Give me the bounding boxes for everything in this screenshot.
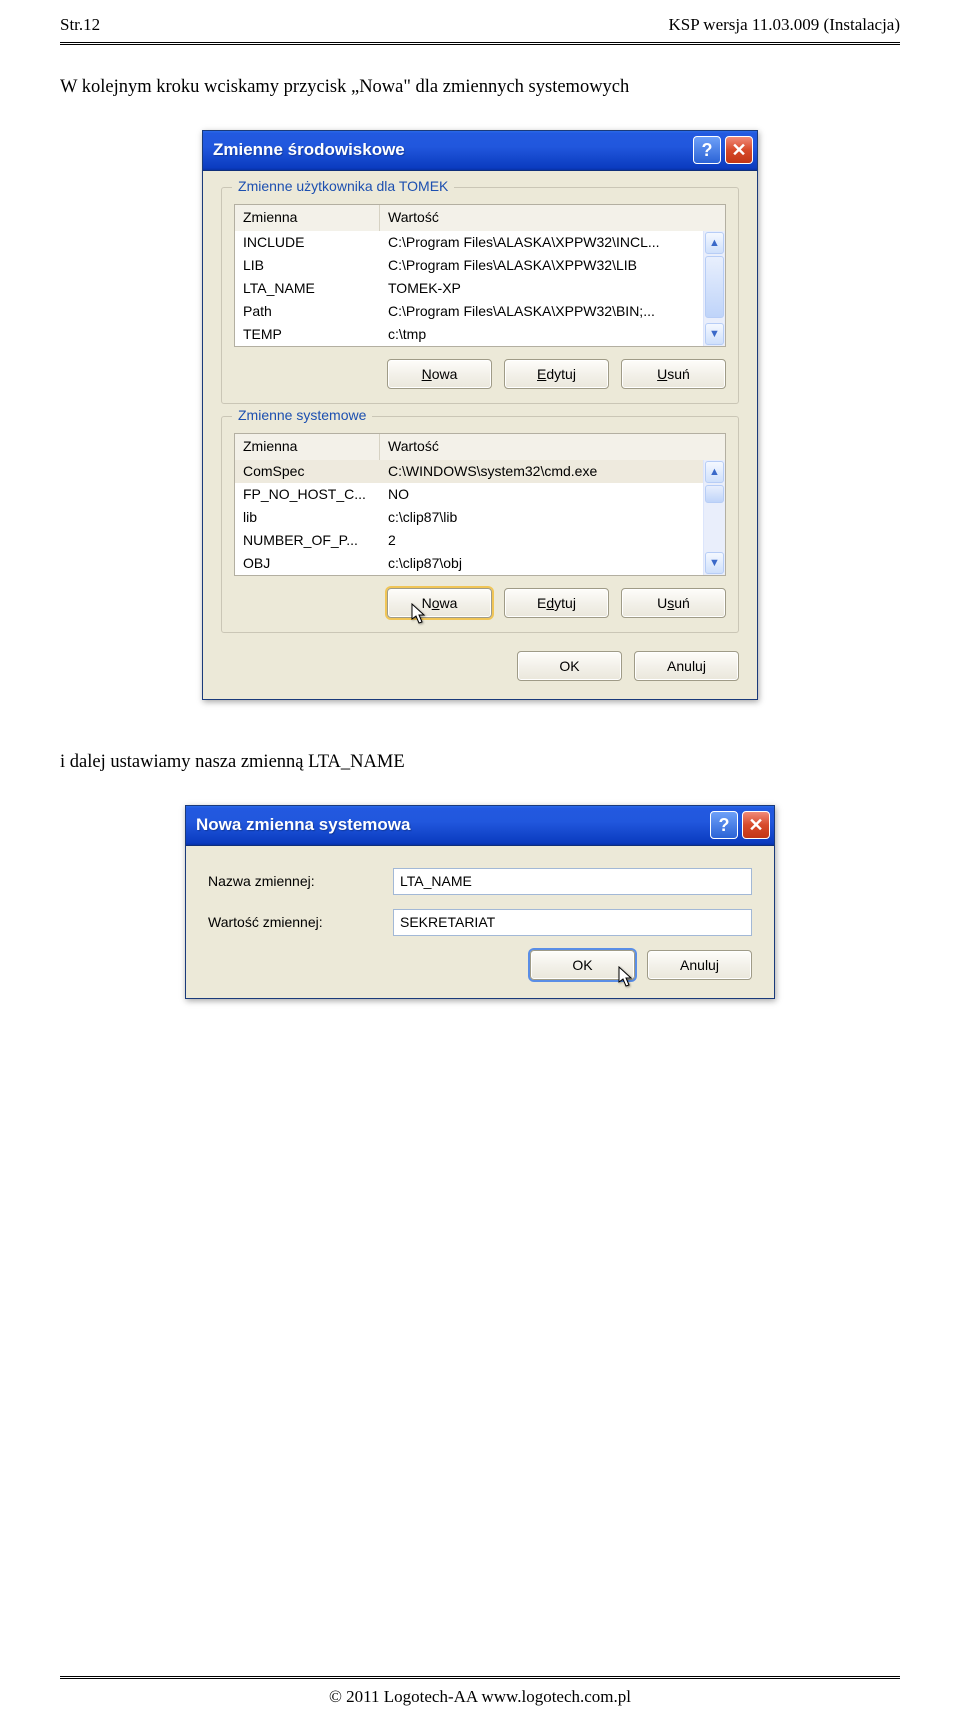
list-header[interactable]: Zmienna Wartość xyxy=(235,205,725,231)
page-number: Str.12 xyxy=(60,15,100,35)
name-label: Nazwa zmiennej: xyxy=(208,873,393,889)
titlebar[interactable]: Nowa zmienna systemowa ? ✕ xyxy=(186,806,774,846)
cell-value: C:\Program Files\ALASKA\XPPW32\LIB xyxy=(380,257,703,273)
env-vars-dialog: Zmienne środowiskowe ? ✕ Zmienne użytkow… xyxy=(202,130,758,700)
user-edit-button[interactable]: Edytuj xyxy=(504,359,609,389)
cell-variable: NUMBER_OF_P... xyxy=(235,532,380,548)
close-icon: ✕ xyxy=(731,140,746,161)
scroll-down-icon[interactable]: ▼ xyxy=(705,552,724,574)
new-system-var-dialog: Nowa zmienna systemowa ? ✕ Nazwa zmienne… xyxy=(185,805,775,999)
ok-button[interactable]: OK xyxy=(530,950,635,980)
cell-variable: INCLUDE xyxy=(235,234,380,250)
system-edit-button[interactable]: Edytuj xyxy=(504,588,609,618)
cell-value: c:\clip87\lib xyxy=(380,509,703,525)
scrollbar[interactable]: ▲ ▼ xyxy=(703,231,725,346)
cell-variable: LTA_NAME xyxy=(235,280,380,296)
user-vars-list[interactable]: Zmienna Wartość INCLUDEC:\Program Files\… xyxy=(234,204,726,347)
close-button[interactable]: ✕ xyxy=(725,136,753,164)
cell-value: TOMEK-XP xyxy=(380,280,703,296)
cell-value: c:\clip87\obj xyxy=(380,555,703,571)
scroll-up-icon[interactable]: ▲ xyxy=(705,461,724,483)
user-new-button[interactable]: Nowa xyxy=(387,359,492,389)
cell-variable: LIB xyxy=(235,257,380,273)
page-header: Str.12 KSP wersja 11.03.009 (Instalacja) xyxy=(60,15,900,39)
scroll-thumb[interactable] xyxy=(705,256,724,318)
table-row[interactable]: PathC:\Program Files\ALASKA\XPPW32\BIN;.… xyxy=(235,300,703,323)
list-header[interactable]: Zmienna Wartość xyxy=(235,434,725,460)
user-delete-button[interactable]: Usuń xyxy=(621,359,726,389)
cell-value: C:\Program Files\ALASKA\XPPW32\INCL... xyxy=(380,234,703,250)
table-row[interactable]: TEMPc:\tmp xyxy=(235,323,703,346)
table-row[interactable]: ComSpecC:\WINDOWS\system32\cmd.exe xyxy=(235,460,703,483)
col-variable[interactable]: Zmienna xyxy=(235,434,380,460)
cell-variable: ComSpec xyxy=(235,463,380,479)
system-vars-group: Zmienne systemowe Zmienna Wartość ComSpe… xyxy=(221,416,739,633)
cancel-button[interactable]: Anuluj xyxy=(647,950,752,980)
paragraph-1: W kolejnym kroku wciskamy przycisk „Nowa… xyxy=(60,75,900,100)
header-rule xyxy=(60,42,900,45)
cell-value: C:\Program Files\ALASKA\XPPW32\BIN;... xyxy=(380,303,703,319)
col-value[interactable]: Wartość xyxy=(380,205,725,231)
paragraph-2: i dalej ustawiamy nasza zmienną LTA_NAME xyxy=(60,750,900,775)
cancel-button[interactable]: Anuluj xyxy=(634,651,739,681)
table-row[interactable]: libc:\clip87\lib xyxy=(235,506,703,529)
col-value[interactable]: Wartość xyxy=(380,434,725,460)
dialog-title: Nowa zmienna systemowa xyxy=(196,815,710,835)
footer-rule xyxy=(60,1676,900,1679)
table-row[interactable]: OBJc:\clip87\obj xyxy=(235,552,703,575)
cell-variable: Path xyxy=(235,303,380,319)
value-label: Wartość zmiennej: xyxy=(208,914,393,930)
table-row[interactable]: INCLUDEC:\Program Files\ALASKA\XPPW32\IN… xyxy=(235,231,703,254)
system-delete-button[interactable]: Usuń xyxy=(621,588,726,618)
system-vars-legend: Zmienne systemowe xyxy=(232,407,372,423)
help-icon: ? xyxy=(719,815,730,836)
system-vars-list[interactable]: Zmienna Wartość ComSpecC:\WINDOWS\system… xyxy=(234,433,726,576)
cell-variable: FP_NO_HOST_C... xyxy=(235,486,380,502)
cell-variable: lib xyxy=(235,509,380,525)
variable-name-input[interactable] xyxy=(393,868,752,895)
footer-text: © 2011 Logotech-AA www.logotech.com.pl xyxy=(60,1687,900,1707)
close-button[interactable]: ✕ xyxy=(742,811,770,839)
cell-value: c:\tmp xyxy=(380,326,703,342)
cell-value: C:\WINDOWS\system32\cmd.exe xyxy=(380,463,703,479)
doc-version: KSP wersja 11.03.009 (Instalacja) xyxy=(669,15,901,35)
cell-value: NO xyxy=(380,486,703,502)
close-icon: ✕ xyxy=(748,815,763,836)
scroll-up-icon[interactable]: ▲ xyxy=(705,232,724,254)
help-button[interactable]: ? xyxy=(693,136,721,164)
user-vars-group: Zmienne użytkownika dla TOMEK Zmienna Wa… xyxy=(221,187,739,404)
cell-variable: TEMP xyxy=(235,326,380,342)
help-button[interactable]: ? xyxy=(710,811,738,839)
variable-value-input[interactable] xyxy=(393,909,752,936)
table-row[interactable]: LIBC:\Program Files\ALASKA\XPPW32\LIB xyxy=(235,254,703,277)
scroll-thumb[interactable] xyxy=(705,485,724,503)
dialog-title: Zmienne środowiskowe xyxy=(213,140,693,160)
table-row[interactable]: LTA_NAMETOMEK-XP xyxy=(235,277,703,300)
system-new-button[interactable]: Nowa xyxy=(387,588,492,618)
cell-value: 2 xyxy=(380,532,703,548)
scrollbar[interactable]: ▲ ▼ xyxy=(703,460,725,575)
scroll-down-icon[interactable]: ▼ xyxy=(705,323,724,345)
ok-button[interactable]: OK xyxy=(517,651,622,681)
col-variable[interactable]: Zmienna xyxy=(235,205,380,231)
help-icon: ? xyxy=(702,140,713,161)
user-vars-legend: Zmienne użytkownika dla TOMEK xyxy=(232,178,454,194)
cell-variable: OBJ xyxy=(235,555,380,571)
table-row[interactable]: FP_NO_HOST_C...NO xyxy=(235,483,703,506)
table-row[interactable]: NUMBER_OF_P...2 xyxy=(235,529,703,552)
titlebar[interactable]: Zmienne środowiskowe ? ✕ xyxy=(203,131,757,171)
